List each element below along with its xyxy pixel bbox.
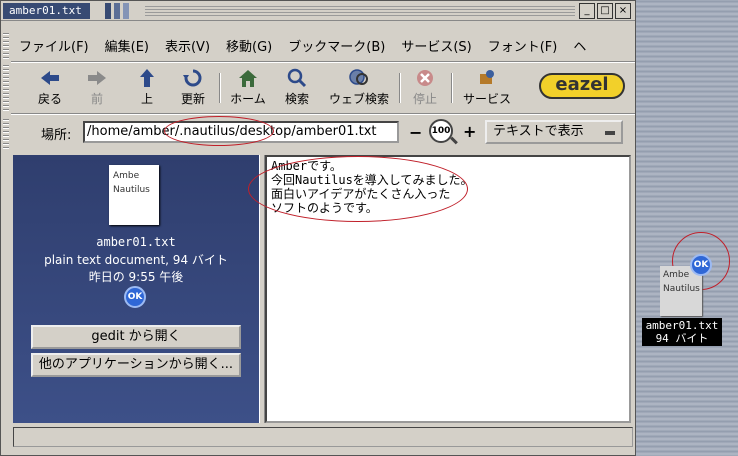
sidebar-modified: 昨日の 9:55 午後 — [88, 270, 184, 284]
view-as-dropdown[interactable]: テキストで表示 — [485, 120, 623, 144]
toolbar-grip[interactable] — [3, 65, 9, 111]
menubar-grip[interactable] — [3, 31, 9, 59]
forward-arrow-icon — [88, 71, 106, 85]
services-icon — [480, 70, 494, 84]
sidebar-filename: amber01.txt — [96, 235, 176, 249]
desktop-ok-emblem-icon: OK — [690, 254, 712, 276]
desktop-file-name: amber01.txt — [645, 319, 719, 332]
zoom-lens-handle — [450, 136, 458, 145]
search-icon — [287, 68, 307, 88]
location-grip[interactable] — [3, 117, 9, 149]
thumbnail-line: Nautilus — [113, 185, 150, 195]
text-line: ソフトのようです。 — [271, 201, 378, 215]
menu-go[interactable]: 移動(G) — [218, 36, 280, 55]
open-with-other-button[interactable]: 他のアプリケーションから開く... — [31, 353, 241, 377]
up-label: 上 — [140, 92, 153, 106]
text-line: 面白いアイデアがたくさん入った — [271, 187, 451, 201]
close-button[interactable]: × — [615, 3, 631, 19]
menu-services[interactable]: サービス(S) — [393, 36, 479, 55]
forward-button[interactable]: 前 — [77, 65, 117, 111]
location-bar: 場所: /home/amber/.nautilus/desktop/amber0… — [11, 117, 635, 149]
home-button[interactable]: ホーム — [225, 65, 271, 111]
services-label: サービス — [462, 92, 511, 106]
zoom-level-icon[interactable]: 100 — [429, 119, 453, 143]
menu-help[interactable]: ヘ — [565, 36, 594, 55]
view-as-label: テキストで表示 — [493, 124, 584, 139]
web-search-button[interactable]: ウェブ検索 — [323, 65, 395, 111]
toolbar-divider — [399, 73, 401, 103]
search-button[interactable]: 検索 — [277, 65, 317, 111]
toolbar-separator — [11, 113, 635, 115]
dropdown-icon — [605, 131, 615, 135]
maximize-button[interactable]: □ — [597, 3, 613, 19]
toolbar-divider — [219, 73, 221, 103]
reload-button[interactable]: 更新 — [173, 65, 213, 111]
services-button[interactable]: サービス — [457, 65, 517, 111]
thumbnail-line: Ambe — [113, 171, 140, 181]
menu-bookmarks[interactable]: ブックマーク(B) — [280, 36, 393, 55]
title-stripes — [145, 6, 575, 16]
title-bar[interactable]: amber01.txt _ □ × — [1, 1, 635, 21]
location-label: 場所: — [41, 128, 72, 143]
home-label: ホーム — [230, 92, 266, 106]
minimize-button[interactable]: _ — [579, 3, 595, 19]
file-thumbnail[interactable]: Ambe Nautilus — [109, 165, 159, 225]
title-decoration — [105, 3, 141, 19]
web-search-label: ウェブ検索 — [328, 92, 389, 106]
text-view[interactable]: Amberです。 今回Nautilusを導入してみました。 面白いアイデアがたく… — [265, 155, 631, 423]
search-label: 検索 — [284, 92, 309, 106]
back-arrow-icon — [41, 71, 59, 85]
desktop-thumbnail-line: Nautilus — [663, 284, 700, 294]
up-arrow-icon — [140, 69, 154, 87]
file-manager-window: amber01.txt _ □ × ファイル(F) 編集(E) 表示(V) 移動… — [0, 0, 636, 456]
window-title: amber01.txt — [3, 3, 90, 19]
ok-emblem-icon: OK — [124, 286, 146, 308]
stop-button[interactable]: 停止 — [405, 65, 445, 111]
forward-label: 前 — [90, 92, 103, 106]
menu-edit[interactable]: 編集(E) — [97, 36, 157, 55]
zoom-in-button[interactable]: + — [463, 122, 476, 141]
reload-icon — [183, 69, 202, 87]
stop-label: 停止 — [412, 92, 437, 106]
toolbar-divider — [451, 73, 453, 103]
text-line: Amberです。 — [271, 159, 342, 173]
menu-font[interactable]: フォント(F) — [480, 36, 566, 55]
eazel-logo[interactable]: eazel — [539, 73, 625, 99]
menubar-separator — [11, 61, 635, 63]
sidebar: Ambe Nautilus amber01.txt plain text doc… — [13, 155, 259, 423]
menubar: ファイル(F) 編集(E) 表示(V) 移動(G) ブックマーク(B) サービス… — [11, 31, 635, 59]
reload-label: 更新 — [180, 92, 205, 106]
web-search-icon — [349, 69, 368, 85]
menu-file[interactable]: ファイル(F) — [11, 36, 97, 55]
desktop-file-label[interactable]: amber01.txt 94 バイト — [642, 318, 722, 346]
menu-view[interactable]: 表示(V) — [157, 36, 218, 55]
back-button[interactable]: 戻る — [29, 65, 71, 111]
open-with-gedit-button[interactable]: gedit から開く — [31, 325, 241, 349]
status-bar — [13, 427, 633, 447]
sidebar-description: plain text document, 94 バイト — [44, 253, 228, 267]
back-label: 戻る — [37, 92, 62, 106]
text-line: 今回Nautilusを導入してみました。 — [271, 173, 473, 187]
desktop-file-size: 94 バイト — [655, 332, 709, 345]
zoom-out-button[interactable]: − — [409, 123, 422, 142]
stop-icon — [417, 70, 433, 86]
location-input[interactable]: /home/amber/.nautilus/desktop/amber01.tx… — [83, 121, 399, 143]
home-icon — [239, 70, 257, 87]
up-button[interactable]: 上 — [127, 65, 167, 111]
